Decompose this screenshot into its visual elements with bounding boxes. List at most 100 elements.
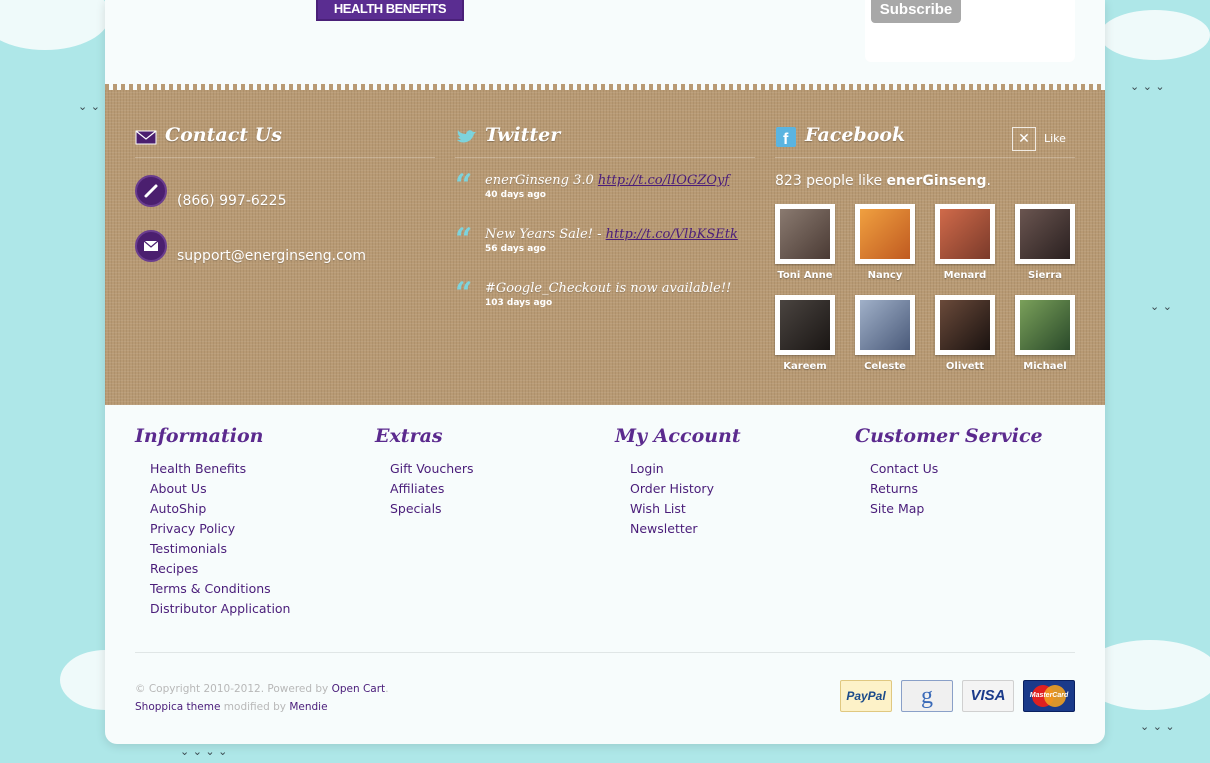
footer-link[interactable]: Specials bbox=[390, 501, 605, 521]
footer-link[interactable]: Newsletter bbox=[630, 521, 845, 541]
footer-link[interactable]: Recipes bbox=[150, 561, 365, 581]
author-link[interactable]: Mendie bbox=[289, 701, 327, 713]
footer-link[interactable]: Distributor Application bbox=[150, 601, 365, 621]
tweet-time: 56 days ago bbox=[485, 244, 546, 254]
tweet-text: New Years Sale! - http://t.co/VlbKSEtk bbox=[485, 227, 738, 242]
fan-avatar bbox=[1020, 300, 1070, 350]
fan-name: Menard bbox=[943, 270, 987, 281]
footer-link[interactable]: Wish List bbox=[630, 501, 845, 521]
bird-icon: ⌄ ⌄ ⌄ ⌄ bbox=[180, 745, 228, 758]
customer-service-column: Customer Service Contact Us Returns Site… bbox=[855, 425, 1085, 521]
fan-name: Celeste bbox=[864, 361, 906, 372]
mastercard-icon: MasterCard bbox=[1023, 680, 1075, 712]
fan-item[interactable]: Toni Anne bbox=[775, 204, 835, 281]
footer-link[interactable]: Login bbox=[630, 461, 845, 481]
top-strip: HEALTH BENEFITS Subscribe bbox=[105, 0, 1105, 90]
background-cloud bbox=[1100, 10, 1210, 60]
footer-link[interactable]: Contact Us bbox=[870, 461, 1085, 481]
my-account-title: My Account bbox=[615, 425, 741, 447]
footer-link[interactable]: Returns bbox=[870, 481, 1085, 501]
fan-name: Nancy bbox=[867, 270, 903, 281]
bird-icon: ⌄ ⌄ bbox=[1150, 300, 1172, 313]
health-benefits-button[interactable]: HEALTH BENEFITS bbox=[316, 0, 464, 21]
fan-item[interactable]: Celeste bbox=[855, 295, 915, 372]
footer-link[interactable]: Privacy Policy bbox=[150, 521, 365, 541]
footer-link[interactable]: Health Benefits bbox=[150, 461, 365, 481]
envelope-icon bbox=[135, 130, 157, 145]
footer-link[interactable]: Gift Vouchers bbox=[390, 461, 605, 481]
facebook-icon: f bbox=[776, 127, 796, 148]
google-checkout-icon: g bbox=[901, 680, 953, 712]
bird-icon: ⌄ ⌄ ⌄ bbox=[1130, 80, 1165, 93]
fan-avatar bbox=[940, 300, 990, 350]
tweet-link[interactable]: http://t.co/VlbKSEtk bbox=[606, 227, 738, 242]
footer-link[interactable]: AutoShip bbox=[150, 501, 365, 521]
twitter-title: Twitter bbox=[485, 124, 561, 146]
information-title: Information bbox=[135, 425, 264, 447]
customer-service-title: Customer Service bbox=[855, 425, 1043, 447]
fan-avatar bbox=[780, 300, 830, 350]
fan-item[interactable]: Michael bbox=[1015, 295, 1075, 372]
bird-icon: ⌄ ⌄ bbox=[78, 100, 100, 113]
page-container: HEALTH BENEFITS Subscribe Contact Us (86… bbox=[105, 0, 1105, 744]
my-account-column: My Account Login Order History Wish List… bbox=[615, 425, 845, 541]
fan-name: Michael bbox=[1023, 361, 1067, 372]
fan-avatar bbox=[860, 300, 910, 350]
copyright: © Copyright 2010-2012. Powered by Open C… bbox=[135, 683, 389, 713]
fan-name: Kareem bbox=[783, 361, 827, 372]
like-icon: ✕ bbox=[1012, 127, 1036, 151]
visa-icon: VISA bbox=[962, 680, 1014, 712]
like-button[interactable]: ✕ Like bbox=[1012, 127, 1074, 151]
fan-name: Olivett bbox=[945, 361, 985, 372]
fan-item[interactable]: Menard bbox=[935, 204, 995, 281]
quote-icon: “ bbox=[455, 222, 473, 257]
fan-item[interactable]: Sierra bbox=[1015, 204, 1075, 281]
phone-number: (866) 997-6225 bbox=[177, 193, 287, 209]
twitter-header: Twitter bbox=[455, 118, 755, 158]
footer-link[interactable]: Site Map bbox=[870, 501, 1085, 521]
mastercard-label: MasterCard bbox=[1029, 692, 1069, 699]
twitter-bird-icon bbox=[457, 130, 476, 143]
svg-text:f: f bbox=[783, 131, 789, 148]
theme-link[interactable]: Shoppica theme bbox=[135, 701, 220, 713]
footer-link[interactable]: About Us bbox=[150, 481, 365, 501]
tweet-text: #Google_Checkout is now available!! bbox=[485, 281, 732, 296]
footer-link[interactable]: Affiliates bbox=[390, 481, 605, 501]
footer-link[interactable]: Order History bbox=[630, 481, 845, 501]
footer-link[interactable]: Terms & Conditions bbox=[150, 581, 365, 601]
fan-avatar bbox=[860, 209, 910, 259]
contact-header: Contact Us bbox=[135, 118, 435, 158]
facebook-like-count: 823 people like enerGinseng. bbox=[775, 173, 991, 189]
footer-link[interactable]: Testimonials bbox=[150, 541, 365, 561]
social-section: Contact Us (866) 997-6225 support@energi… bbox=[105, 90, 1105, 405]
bird-icon: ⌄ ⌄ ⌄ bbox=[1140, 720, 1175, 733]
like-label: Like bbox=[1044, 132, 1066, 145]
fan-item[interactable]: Kareem bbox=[775, 295, 835, 372]
mail-icon bbox=[135, 230, 167, 262]
email-link[interactable]: support@energinseng.com bbox=[177, 248, 366, 264]
tweet-time: 103 days ago bbox=[485, 298, 553, 308]
tweet-text: enerGinseng 3.0 http://t.co/lIOGZOyf bbox=[485, 173, 730, 188]
fan-item[interactable]: Nancy bbox=[855, 204, 915, 281]
subscribe-button[interactable]: Subscribe bbox=[871, 0, 961, 23]
extras-column: Extras Gift Vouchers Affiliates Specials bbox=[375, 425, 605, 521]
pencil-icon bbox=[135, 175, 167, 207]
tweet-link[interactable]: http://t.co/lIOGZOyf bbox=[598, 173, 729, 188]
fan-avatar bbox=[780, 209, 830, 259]
fan-name: Toni Anne bbox=[777, 270, 833, 281]
facebook-page-name[interactable]: enerGinseng bbox=[887, 173, 987, 189]
tweet-time: 40 days ago bbox=[485, 190, 546, 200]
opencart-link[interactable]: Open Cart bbox=[332, 683, 386, 695]
extras-title: Extras bbox=[375, 425, 443, 447]
fan-item[interactable]: Olivett bbox=[935, 295, 995, 372]
facebook-title: Facebook bbox=[805, 124, 906, 146]
quote-icon: “ bbox=[455, 168, 473, 203]
quote-icon: “ bbox=[455, 276, 473, 311]
paypal-icon: PayPal bbox=[840, 680, 892, 712]
information-column: Information Health Benefits About Us Aut… bbox=[135, 425, 365, 621]
fan-avatar bbox=[940, 209, 990, 259]
fan-name: Sierra bbox=[1027, 270, 1063, 281]
fan-avatar bbox=[1020, 209, 1070, 259]
contact-title: Contact Us bbox=[165, 124, 282, 146]
footer-divider bbox=[135, 652, 1075, 653]
